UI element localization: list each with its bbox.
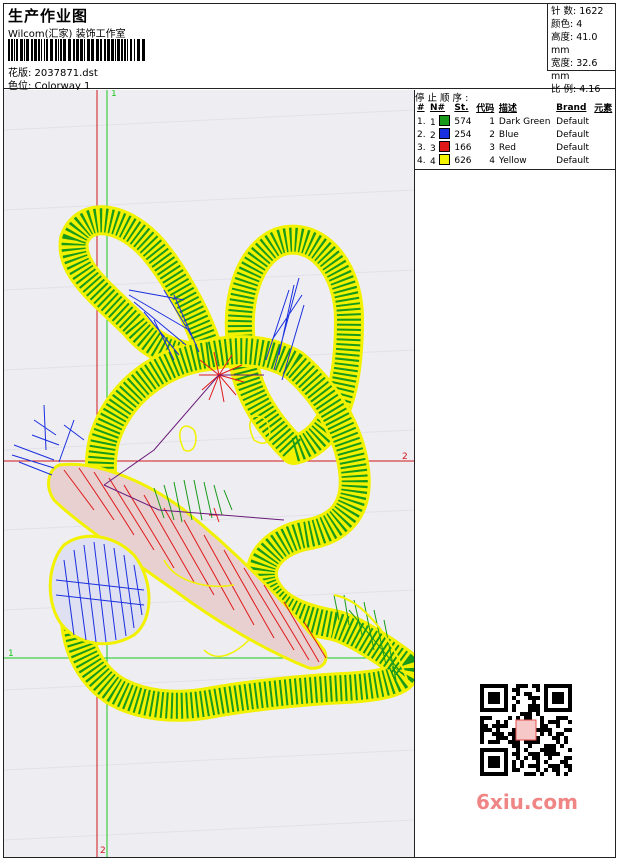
row-brand: Default — [556, 142, 590, 153]
stitch-count: 针 数: 1622 — [551, 6, 604, 17]
row-element — [592, 115, 615, 128]
col-index: # — [417, 102, 425, 113]
watermark-logo: 6xiu.com — [476, 790, 578, 814]
page-title: 生产作业图 — [8, 7, 89, 25]
row-index: 4. — [417, 155, 426, 166]
col-element: 元素 — [594, 104, 613, 114]
col-stitches: St. — [454, 102, 469, 113]
color-swatch — [438, 141, 450, 152]
color-swatch — [438, 154, 450, 165]
axis-label-bottom: 2 — [100, 846, 106, 856]
row-stitches: 254 — [454, 129, 472, 140]
color-swatch — [438, 115, 450, 126]
row-number: 2 — [428, 128, 452, 141]
row-brand: Default — [556, 116, 590, 127]
row-number: 3 — [428, 141, 452, 154]
col-description: 描述 — [498, 104, 517, 114]
row-stitches: 574 — [454, 116, 472, 127]
row-element — [592, 141, 615, 154]
row-number: 1 — [428, 115, 452, 128]
barcode — [8, 39, 145, 61]
axis-label-top: 1 — [111, 90, 117, 99]
row-stitches: 166 — [454, 142, 472, 153]
color-row: 2. 2 254 2 Blue Default — [415, 128, 615, 141]
col-code: 代码 — [476, 104, 495, 114]
row-description: Yellow — [498, 155, 527, 166]
row-description: Blue — [498, 129, 519, 140]
qr-code — [470, 680, 582, 780]
design-canvas: 1 2 1 2 — [4, 90, 415, 857]
col-number: N# — [429, 102, 446, 113]
row-brand: Default — [556, 129, 590, 140]
color-row: 4. 4 626 4 Yellow Default — [415, 154, 615, 167]
row-description: Red — [498, 142, 517, 153]
row-brand: Default — [556, 155, 590, 166]
row-element — [592, 154, 615, 167]
row-number: 4 — [428, 154, 452, 167]
axis-label-right: 2 — [402, 452, 408, 462]
design-width: 宽度: 32.6 mm — [551, 58, 598, 82]
row-code: 4 — [489, 155, 495, 166]
row-stitches: 626 — [454, 155, 472, 166]
axis-label-left: 1 — [8, 649, 14, 659]
color-swatch — [438, 128, 450, 139]
color-table: # N# St. 代码 描述 Brand 元素 1. 1 574 1 Dark Gre… — [415, 100, 615, 168]
row-index: 1. — [417, 116, 426, 127]
row-code: 1 — [489, 116, 495, 127]
design-stats: 针 数: 1622 颜色: 4 高度: 41.0 mm 宽度: 32.6 mm … — [547, 3, 615, 95]
row-index: 3. — [417, 142, 426, 153]
header: 生产作业图 Wilcom(汇家) 装饰工作室 花版: 2037871.dst 色… — [3, 3, 616, 95]
design-height: 高度: 41.0 mm — [551, 32, 598, 56]
color-row: 3. 3 166 3 Red Default — [415, 141, 615, 154]
panel-divider — [415, 169, 615, 170]
col-brand: Brand — [556, 102, 587, 113]
color-row: 1. 1 574 1 Dark Green Default — [415, 115, 615, 128]
color-count: 颜色: 4 — [551, 19, 583, 30]
row-element — [592, 128, 615, 141]
company-name: Wilcom(汇家) 装饰工作室 — [8, 29, 126, 40]
row-description: Dark Green — [498, 116, 551, 127]
color-table-header: # N# St. 代码 描述 Brand 元素 — [415, 100, 615, 115]
row-index: 2. — [417, 129, 426, 140]
embroidery-preview — [4, 90, 414, 857]
row-code: 2 — [489, 129, 495, 140]
row-code: 3 — [489, 142, 495, 153]
